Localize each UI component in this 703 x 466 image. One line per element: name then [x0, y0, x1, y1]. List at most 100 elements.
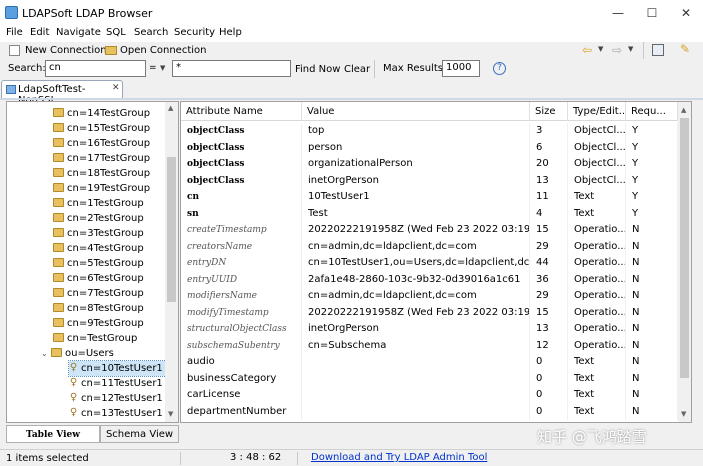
tree-node[interactable]: cn=2TestGroup	[53, 211, 144, 226]
table-scroll-thumb[interactable]	[680, 118, 689, 378]
tree-node[interactable]: cn=15TestGroup	[53, 121, 150, 136]
scroll-up-icon[interactable]: ▲	[168, 104, 173, 112]
clear-button[interactable]: Clear	[344, 64, 370, 75]
table-row[interactable]: objectClass organizationalPerson 20 ObjectC…	[181, 156, 678, 173]
maximize-button[interactable]: ☐	[635, 0, 669, 26]
tree-node[interactable]: cn=4TestGroup	[53, 241, 144, 256]
tree-node[interactable]: cn=16TestGroup	[53, 136, 150, 151]
back-arrow-icon[interactable]: ⇦	[582, 43, 592, 57]
tree-node[interactable]: cn=3TestGroup	[53, 226, 144, 241]
open-connection-button[interactable]: Open Connection	[120, 45, 206, 56]
table-scroll-down-icon[interactable]: ▼	[681, 410, 686, 418]
max-results-input[interactable]: 1000	[442, 60, 480, 77]
cell-value[interactable]: cn=10TestUser1,ou=Users,dc=ldapclient,dc…	[302, 255, 530, 272]
close-tab-icon[interactable]: ✕	[112, 83, 120, 93]
cell-value[interactable]: Test	[302, 205, 530, 222]
table-row[interactable]: entryDN cn=10TestUser1,ou=Users,dc=ldapcl…	[181, 255, 678, 272]
table-row[interactable]: objectClass inetOrgPerson 13 ObjectCl... Y	[181, 172, 678, 189]
table-row[interactable]: modifyTimestamp 20220222191958Z (Wed Feb …	[181, 304, 678, 321]
menu-file[interactable]: File	[6, 27, 23, 38]
table-row[interactable]: objectClass top 3 ObjectCl... Y	[181, 123, 678, 140]
cell-value[interactable]: cn=admin,dc=ldapclient,dc=com	[302, 238, 530, 255]
cell-value[interactable]: 20220222191958Z (Wed Feb 23 2022 03:19:5…	[302, 222, 530, 239]
col-header-value[interactable]: Value	[302, 102, 530, 121]
download-link[interactable]: Download and Try LDAP Admin Tool	[311, 452, 487, 463]
cell-value[interactable]: 2afa1e48-2860-103c-9b32-0d39016a1c61	[302, 271, 530, 288]
operator-dropdown-icon[interactable]: ▼	[160, 64, 165, 72]
col-header-attribute[interactable]: Attribute Name	[181, 102, 302, 121]
tree-node[interactable]: cn=1TestGroup	[53, 196, 144, 211]
cell-value[interactable]	[302, 387, 530, 404]
tree-node[interactable]: cn=14TestGroup	[53, 106, 150, 121]
tab-connection[interactable]: LdapSoftTest-NonSSL ✕	[1, 80, 123, 106]
cell-value[interactable]: cn=Subschema	[302, 337, 530, 354]
help-icon[interactable]: ?	[493, 62, 506, 75]
tree-node[interactable]: cn=7TestGroup	[53, 286, 144, 301]
back-dropdown-icon[interactable]: ▼	[598, 45, 603, 53]
tree-node[interactable]: cn=6TestGroup	[53, 271, 144, 286]
search-value-input[interactable]: *	[172, 60, 291, 77]
cell-value[interactable]	[302, 354, 530, 371]
table-row[interactable]: carLicense 0 Text N	[181, 387, 678, 404]
cell-value[interactable]: cn=admin,dc=ldapclient,dc=com	[302, 288, 530, 305]
cell-value[interactable]: inetOrgPerson	[302, 321, 530, 338]
tree-node[interactable]: cn=19TestGroup	[53, 181, 150, 196]
table-scrollbar[interactable]: ▲ ▼	[678, 102, 691, 422]
table-row[interactable]: entryUUID 2afa1e48-2860-103c-9b32-0d39016…	[181, 271, 678, 288]
tree-node[interactable]: cn=5TestGroup	[53, 256, 144, 271]
menu-edit[interactable]: Edit	[30, 27, 49, 38]
tree-scroll-thumb[interactable]	[167, 157, 176, 302]
tree-node[interactable]: ♀ cn=10TestUser1	[68, 360, 167, 377]
tree-node[interactable]: ♀ cn=11TestUser1	[69, 376, 163, 391]
expand-chevron-icon[interactable]: ⌄	[41, 346, 51, 361]
menu-sql[interactable]: SQL	[106, 27, 126, 38]
table-scroll-up-icon[interactable]: ▲	[681, 106, 686, 114]
table-row[interactable]: modifiersName cn=admin,dc=ldapclient,dc=c…	[181, 288, 678, 305]
col-header-size[interactable]: Size	[530, 102, 568, 121]
tab-table-view[interactable]: Table View	[6, 425, 100, 443]
table-row[interactable]: sn Test 4 Text Y	[181, 205, 678, 222]
scroll-down-icon[interactable]: ▼	[168, 410, 173, 418]
close-button[interactable]: ✕	[669, 0, 703, 26]
table-row[interactable]: createTimestamp 20220222191958Z (Wed Feb …	[181, 222, 678, 239]
new-connection-button[interactable]: New Connection	[25, 45, 107, 56]
perspective-icon[interactable]	[652, 44, 664, 56]
tree-node[interactable]: ♀ cn=13TestUser1	[69, 406, 163, 421]
table-row[interactable]: structuralObjectClass inetOrgPerson 13 Oper…	[181, 321, 678, 338]
tab-schema-view[interactable]: Schema View	[100, 425, 179, 443]
tree-node[interactable]: ⌄ ou=Users	[41, 346, 114, 361]
tree-node[interactable]: cn=9TestGroup	[53, 316, 144, 331]
cell-value[interactable]	[302, 403, 530, 420]
col-header-type[interactable]: Type/Edit...	[568, 102, 626, 121]
forward-arrow-icon[interactable]: ⇨	[612, 43, 622, 57]
edit-pencil-icon[interactable]: ✎	[680, 42, 690, 56]
operator-label[interactable]: =	[149, 63, 157, 73]
cell-value[interactable]: 20220222191958Z (Wed Feb 23 2022 03:19:5…	[302, 304, 530, 321]
menu-search[interactable]: Search	[134, 27, 168, 38]
tree-scrollbar[interactable]: ▲ ▼	[165, 102, 178, 422]
tree-node[interactable]: ♀ cn=12TestUser1	[69, 391, 163, 406]
tree-node[interactable]: cn=8TestGroup	[53, 301, 144, 316]
cell-value[interactable]: inetOrgPerson	[302, 172, 530, 189]
cell-value[interactable]: top	[302, 123, 530, 140]
tree-node[interactable]: cn=18TestGroup	[53, 166, 150, 181]
tree-node[interactable]: cn=17TestGroup	[53, 151, 150, 166]
table-row[interactable]: departmentNumber 0 Text N	[181, 403, 678, 420]
menu-security[interactable]: Security	[174, 27, 215, 38]
table-row[interactable]: creatorsName cn=admin,dc=ldapclient,dc=co…	[181, 238, 678, 255]
table-row[interactable]: objectClass person 6 ObjectCl... Y	[181, 139, 678, 156]
col-header-required[interactable]: Requ...	[626, 102, 678, 121]
table-row[interactable]: audio 0 Text N	[181, 354, 678, 371]
menu-navigate[interactable]: Navigate	[56, 27, 101, 38]
attribute-input[interactable]: cn	[45, 60, 146, 77]
table-row[interactable]: cn 10TestUser1 11 Text Y	[181, 189, 678, 206]
table-row[interactable]: subschemaSubentry cn=Subschema 12 Operatio.…	[181, 337, 678, 354]
menu-help[interactable]: Help	[219, 27, 242, 38]
cell-value[interactable]: 10TestUser1	[302, 189, 530, 206]
minimize-button[interactable]: —	[601, 0, 635, 26]
cell-value[interactable]	[302, 370, 530, 387]
cell-value[interactable]: person	[302, 139, 530, 156]
forward-dropdown-icon[interactable]: ▼	[628, 45, 633, 53]
table-row[interactable]: businessCategory 0 Text N	[181, 370, 678, 387]
find-now-button[interactable]: Find Now	[295, 64, 340, 75]
